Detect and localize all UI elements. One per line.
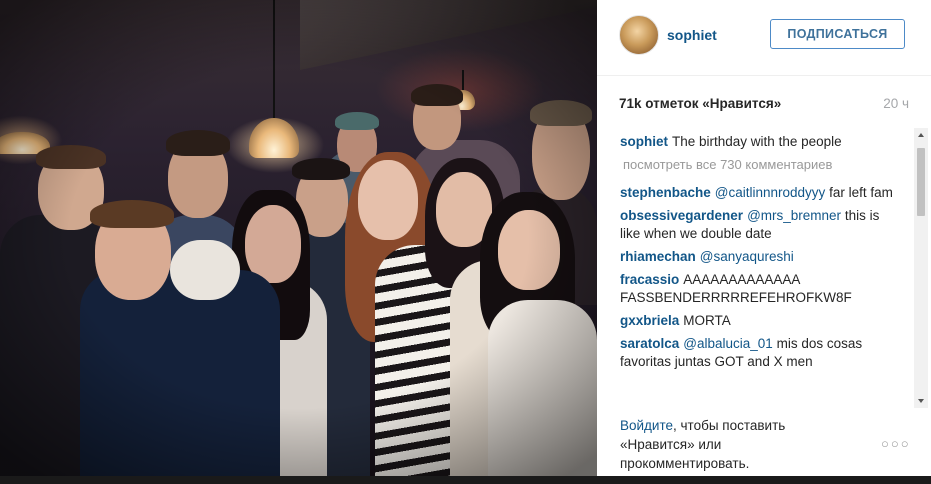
comment-mention[interactable]: @caitlinnnroddyyy bbox=[715, 185, 826, 200]
comment-item: saratolca @albalucia_01 mis dos cosas fav… bbox=[620, 335, 902, 371]
caption: sophiet The birthday with the people bbox=[620, 133, 902, 151]
comment-item: obsessivegardener @mrs_bremner this is li… bbox=[620, 207, 902, 243]
comments-scrollbar[interactable] bbox=[914, 128, 928, 408]
comment-item: rhiamechan @sanyaqureshi bbox=[620, 248, 902, 266]
post-header: sophiet ПОДПИСАТЬСЯ bbox=[597, 0, 931, 76]
scroll-up-arrow-icon[interactable] bbox=[914, 128, 928, 142]
comment-username[interactable]: rhiamechan bbox=[620, 249, 696, 264]
login-prompt: Войдите, чтобы поставить «Нравится» или … bbox=[620, 416, 850, 473]
comment-username[interactable]: stephenbache bbox=[620, 185, 711, 200]
bottom-strip bbox=[0, 476, 931, 484]
comment-username[interactable]: saratolca bbox=[620, 336, 679, 351]
comment-username[interactable]: obsessivegardener bbox=[620, 208, 743, 223]
comment-mention[interactable]: @sanyaqureshi bbox=[700, 249, 794, 264]
view-all-comments-link[interactable]: посмотреть все 730 комментариев bbox=[623, 156, 902, 174]
username-link[interactable]: sophiet bbox=[667, 27, 717, 43]
post-photo[interactable] bbox=[0, 0, 597, 476]
login-link[interactable]: Войдите bbox=[620, 418, 673, 433]
avatar[interactable] bbox=[619, 15, 659, 55]
comment-item: gxxbriela MORTA bbox=[620, 312, 902, 330]
comment-username[interactable]: gxxbriela bbox=[620, 313, 679, 328]
post-timestamp[interactable]: 20 ч bbox=[883, 96, 909, 111]
comment-item: stephenbache @caitlinnnroddyyy far left f… bbox=[620, 184, 902, 202]
scroll-thumb[interactable] bbox=[917, 148, 925, 216]
comment-text: far left fam bbox=[829, 185, 893, 200]
comment-username[interactable]: fracassio bbox=[620, 272, 679, 287]
scroll-down-arrow-icon[interactable] bbox=[914, 394, 928, 408]
comment-text: MORTA bbox=[683, 313, 731, 328]
comment-username[interactable]: sophiet bbox=[620, 134, 668, 149]
follow-button[interactable]: ПОДПИСАТЬСЯ bbox=[770, 19, 905, 49]
comment-mention[interactable]: @mrs_bremner bbox=[747, 208, 841, 223]
comments-list: sophiet The birthday with the people посм… bbox=[620, 133, 902, 409]
post-sidebar: sophiet ПОДПИСАТЬСЯ 71k отметок «Нравитс… bbox=[597, 0, 931, 476]
comment-mention[interactable]: @albalucia_01 bbox=[683, 336, 773, 351]
comment-text: The birthday with the people bbox=[672, 134, 842, 149]
photo-vignette bbox=[0, 0, 597, 476]
comment-item: fracassio AAAAAAAAAAAAA FASSBENDERRRRREFE… bbox=[620, 271, 902, 307]
likes-count[interactable]: 71k отметок «Нравится» bbox=[619, 96, 909, 111]
more-options-icon[interactable]: ○○○ bbox=[881, 436, 911, 451]
